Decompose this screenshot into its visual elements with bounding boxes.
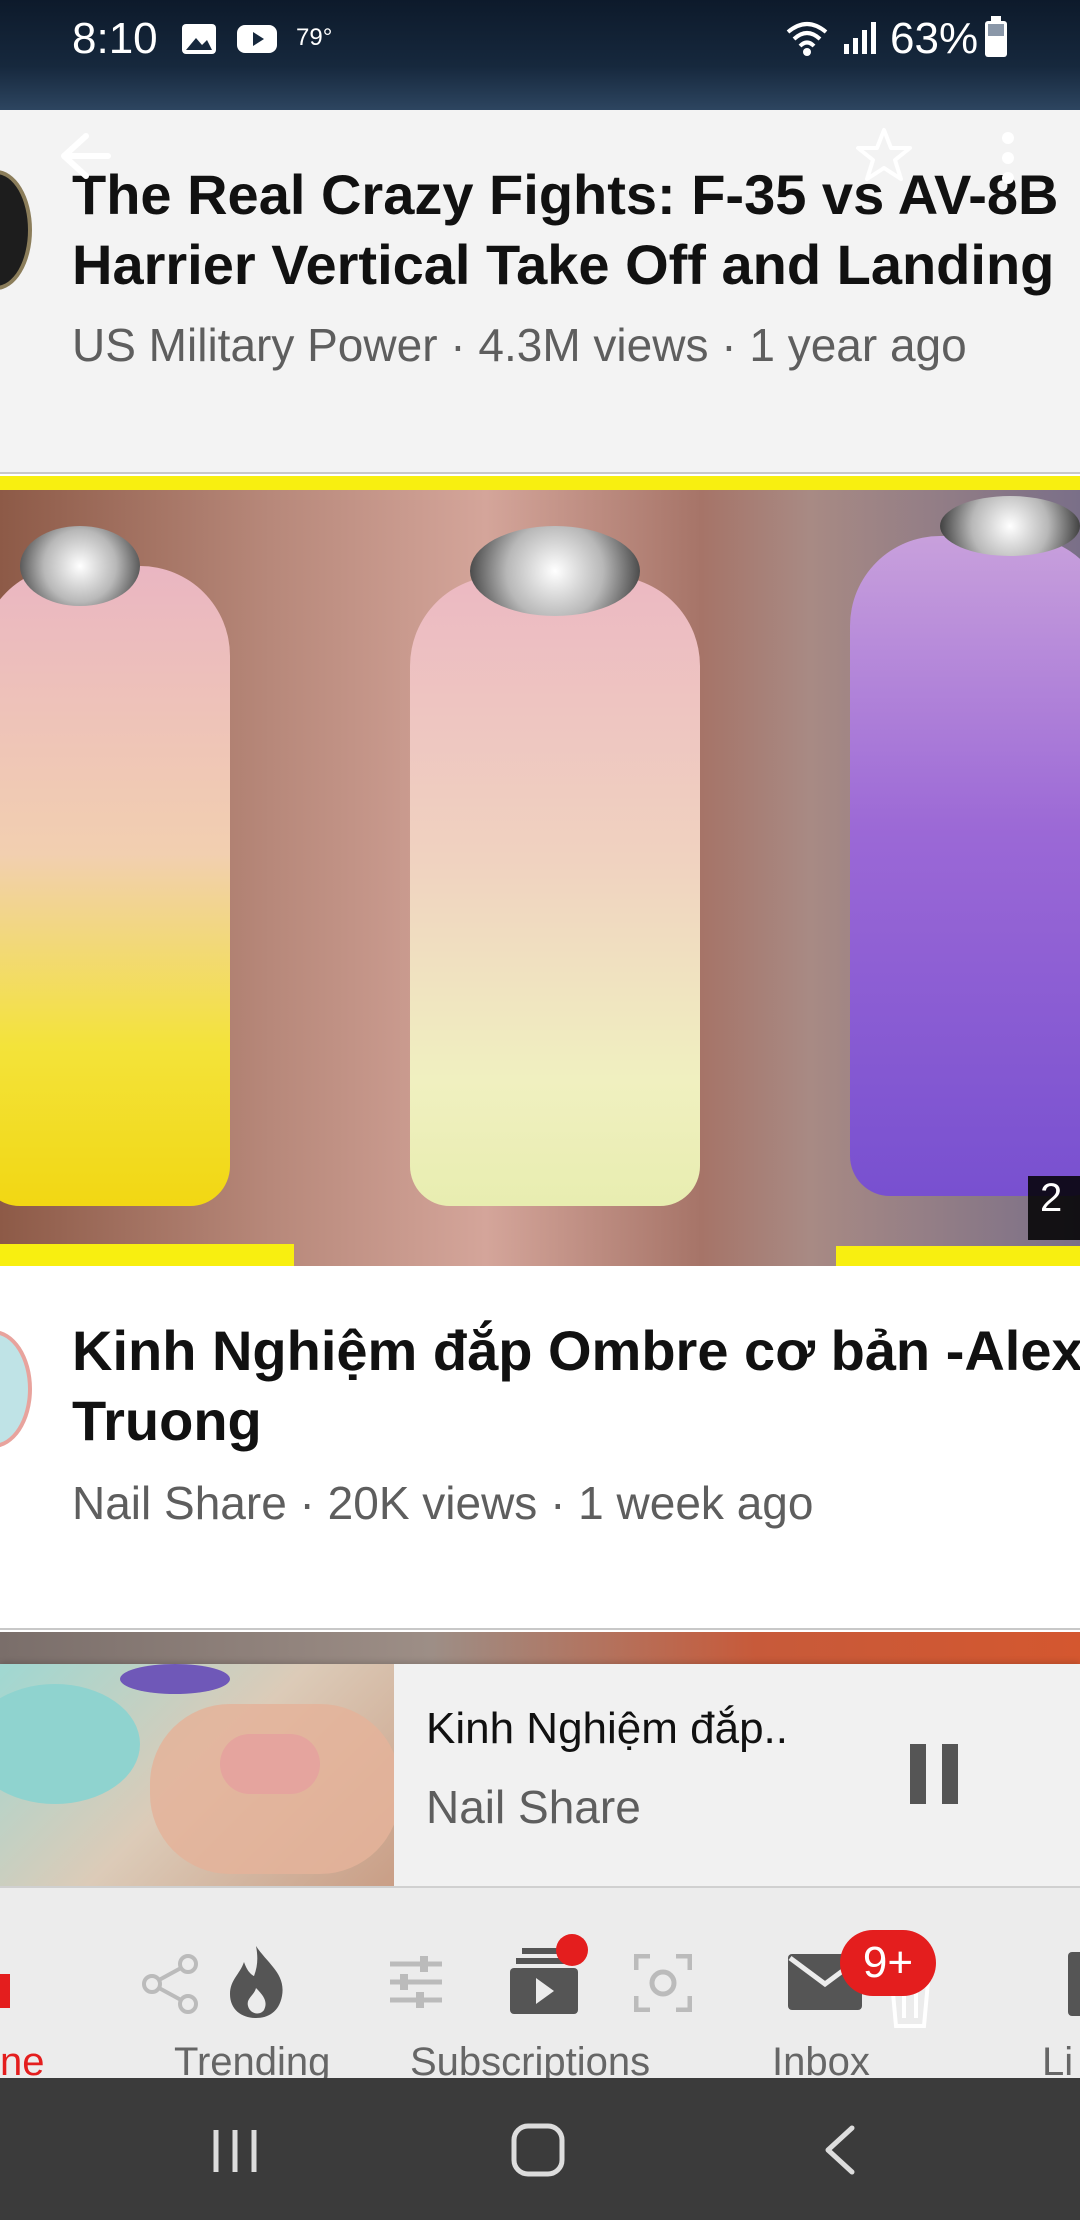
nail-image — [0, 566, 230, 1206]
sliders-icon[interactable] — [386, 1954, 446, 2010]
status-temperature: 79° — [296, 24, 333, 51]
back-arrow-icon[interactable] — [56, 130, 112, 182]
more-vert-icon[interactable] — [996, 130, 1020, 186]
thumbnail-border — [0, 476, 1080, 490]
star-icon[interactable] — [854, 126, 914, 184]
battery-icon — [985, 16, 1007, 57]
screenshot-icon[interactable] — [634, 1954, 692, 2012]
video-title-line2[interactable]: Truong — [72, 1386, 1080, 1456]
video-meta: Nail Share · 20K views · 1 week ago — [72, 1477, 814, 1529]
battery-percent: 63% — [890, 14, 979, 63]
nail-image — [850, 536, 1080, 1196]
notification-dot — [556, 1934, 588, 1966]
pause-icon[interactable] — [908, 1744, 960, 1804]
video-title-line2[interactable]: Harrier Vertical Take Off and Landing — [72, 230, 1080, 300]
channel-avatar[interactable] — [0, 170, 32, 290]
video-title[interactable]: Kinh Nghiệm đắp Ombre cơ bản -Alex — [72, 1316, 1080, 1386]
hand — [150, 1704, 394, 1874]
mini-player[interactable]: Kinh Nghiệm đắp.. Nail Share — [0, 1664, 1080, 1886]
thumbnail-border — [0, 1244, 294, 1266]
thumbnail-border — [836, 1246, 1080, 1266]
mini-player-thumbnail[interactable] — [0, 1664, 394, 1886]
status-time: 8:10 — [72, 14, 158, 63]
paint-jar — [120, 1664, 230, 1694]
wifi-icon — [786, 22, 828, 56]
status-bar: 8:10 79° 63% — [0, 0, 1080, 110]
recent-apps-icon[interactable] — [210, 2126, 260, 2176]
home-button-icon[interactable] — [510, 2122, 566, 2178]
video-thumbnail[interactable]: 2 — [0, 476, 1080, 1266]
paint-jar — [0, 1684, 140, 1804]
back-icon[interactable] — [820, 2124, 860, 2176]
inbox-badge: 9+ — [840, 1930, 936, 1996]
nail-gem — [20, 526, 140, 606]
nail-image — [410, 576, 700, 1206]
share-icon[interactable] — [142, 1954, 200, 2014]
channel-avatar[interactable] — [0, 1330, 32, 1448]
signal-icon — [844, 22, 876, 54]
video-meta: US Military Power · 4.3M views · 1 year … — [72, 319, 967, 371]
flame-icon[interactable] — [224, 1944, 288, 2020]
video-title[interactable]: The Real Crazy Fights: F-35 vs AV-8B — [72, 160, 1080, 230]
nail-gem — [940, 496, 1080, 556]
video-card-1-info[interactable]: The Real Crazy Fights: F-35 vs AV-8B Har… — [0, 110, 1080, 472]
nail-gem — [470, 526, 640, 616]
divider — [0, 1628, 1080, 1630]
library-icon[interactable] — [1068, 1952, 1080, 2016]
system-navigation — [0, 2078, 1080, 2220]
youtube-icon — [237, 25, 277, 53]
mini-player-channel: Nail Share — [426, 1781, 641, 1833]
mini-player-title[interactable]: Kinh Nghiệm đắp.. — [426, 1704, 788, 1754]
home-icon[interactable] — [0, 1964, 20, 2008]
duration-badge: 2 — [1028, 1176, 1080, 1240]
divider — [0, 472, 1080, 474]
image-icon — [182, 24, 216, 54]
